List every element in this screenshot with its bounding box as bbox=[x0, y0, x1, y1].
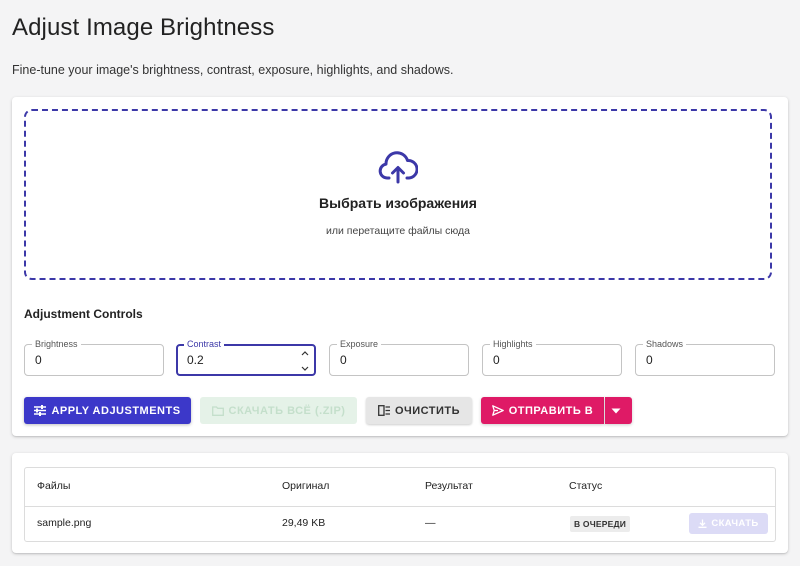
shadows-field[interactable]: Shadows 0 bbox=[635, 338, 775, 376]
field-value[interactable]: 0 bbox=[35, 353, 42, 367]
number-spinner[interactable] bbox=[300, 348, 310, 374]
page-subtitle: Fine-tune your image's brightness, contr… bbox=[12, 63, 454, 77]
field-label: Contrast bbox=[184, 338, 225, 350]
files-table: Файлы Оригинал Результат Статус sample.p… bbox=[24, 467, 776, 542]
tune-icon bbox=[34, 405, 47, 416]
dropzone-title: Выбрать изображения bbox=[319, 195, 477, 211]
header-files: Файлы bbox=[37, 480, 71, 492]
table-header: Файлы Оригинал Результат Статус bbox=[25, 468, 775, 507]
field-label: Exposure bbox=[337, 338, 382, 350]
status-badge: В ОЧЕРЕДИ bbox=[570, 516, 631, 532]
field-value[interactable]: 0 bbox=[493, 353, 500, 367]
file-dropzone[interactable]: Выбрать изображения или перетащите файлы… bbox=[24, 109, 772, 280]
download-icon bbox=[698, 519, 707, 528]
field-value[interactable]: 0 bbox=[646, 353, 653, 367]
dropzone-hint: или перетащите файлы сюда bbox=[326, 225, 470, 237]
header-original: Оригинал bbox=[282, 480, 330, 492]
download-all-zip-button[interactable]: СКАЧАТЬ ВСЁ (.ZIP) bbox=[200, 397, 357, 424]
cell-original-size: 29,49 KB bbox=[282, 517, 326, 529]
section-title: Adjustment Controls bbox=[24, 307, 143, 321]
caret-down-icon bbox=[611, 408, 621, 413]
field-label: Shadows bbox=[643, 338, 687, 350]
folder-icon bbox=[211, 405, 224, 416]
cell-result: — bbox=[425, 517, 436, 529]
clear-list-icon bbox=[377, 405, 390, 416]
highlights-field[interactable]: Highlights 0 bbox=[482, 338, 622, 376]
cloud-upload-icon bbox=[378, 151, 418, 184]
contrast-field[interactable]: Contrast 0.2 bbox=[176, 338, 316, 376]
send-to-button[interactable]: ОТПРАВИТЬ В bbox=[481, 397, 604, 424]
send-label: ОТПРАВИТЬ В bbox=[508, 404, 594, 417]
page-title: Adjust Image Brightness bbox=[12, 14, 275, 41]
cell-file-name: sample.png bbox=[37, 517, 92, 529]
field-value[interactable]: 0 bbox=[340, 353, 347, 367]
apply-adjustments-button[interactable]: APPLY ADJUSTMENTS bbox=[24, 397, 191, 424]
clear-button[interactable]: ОЧИСТИТЬ bbox=[366, 397, 472, 424]
clear-label: ОЧИСТИТЬ bbox=[394, 404, 461, 417]
field-label: Brightness bbox=[32, 338, 81, 350]
download-label: СКАЧАТЬ bbox=[711, 518, 759, 529]
send-to-dropdown-button[interactable] bbox=[605, 397, 632, 424]
exposure-field[interactable]: Exposure 0 bbox=[329, 338, 469, 376]
header-status: Статус bbox=[569, 480, 603, 492]
field-label: Highlights bbox=[490, 338, 536, 350]
field-value[interactable]: 0.2 bbox=[187, 353, 204, 367]
zip-label: СКАЧАТЬ ВСЁ (.ZIP) bbox=[228, 404, 346, 417]
download-button[interactable]: СКАЧАТЬ bbox=[689, 513, 768, 534]
brightness-field[interactable]: Brightness 0 bbox=[24, 338, 164, 376]
adjust-card: Выбрать изображения или перетащите файлы… bbox=[12, 97, 788, 436]
header-result: Результат bbox=[425, 480, 473, 492]
files-card: Файлы Оригинал Результат Статус sample.p… bbox=[12, 453, 788, 553]
apply-label: APPLY ADJUSTMENTS bbox=[51, 404, 181, 417]
send-icon bbox=[491, 405, 504, 416]
